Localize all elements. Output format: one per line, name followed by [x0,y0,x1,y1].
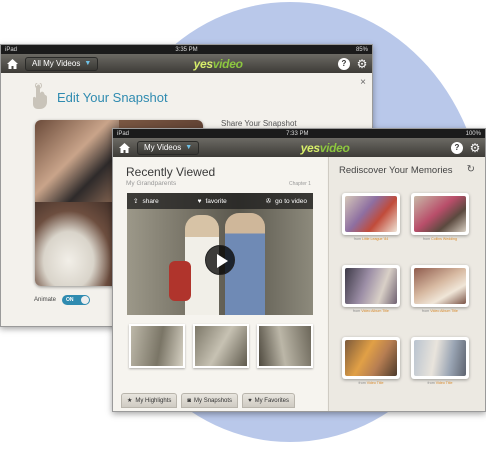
memory-card[interactable]: from Video Album Title [411,265,469,315]
photo-bride-groom [35,202,119,286]
heart-icon: ♥ [197,197,202,205]
marketing-stage: iPad 3:35 PM 85% All My Videos ▼ yesvide… [0,0,486,450]
dropdown-label: All My Videos [32,59,81,68]
thumbnail-3[interactable] [257,324,313,368]
refresh-icon[interactable]: ↻ [467,164,475,175]
thumbnail-2[interactable] [193,324,249,368]
page-title: Edit Your Snapshot [57,90,168,105]
thumbnail-1[interactable] [129,324,185,368]
recently-viewed-panel: Recently Viewed My Grandparents Chapter … [113,157,327,411]
nav-bar: My Videos ▼ yesvideo ? ⚙ [113,138,485,157]
battery: 85% [355,46,368,53]
memory-caption: from Video Album Title [353,309,389,313]
memory-caption: from Little League '84 [353,237,389,241]
favorite-button[interactable]: ♥ favorite [198,198,227,205]
memory-caption: from Video Title [358,381,384,385]
star-icon: ★ [127,398,133,404]
tab-my-favorites[interactable]: ♥ My Favorites [242,393,295,408]
memory-card[interactable]: from Little League '84 [342,193,400,243]
chapter-label: Chapter 1 [289,181,311,187]
yesvideo-logo: yesvideo [193,56,243,71]
home-icon[interactable] [117,141,131,155]
my-videos-window: iPad 7:33 PM 100% My Videos ▼ yesvideo ?… [112,128,486,412]
gear-icon[interactable]: ⚙ [356,58,368,70]
tab-my-highlights[interactable]: ★ My Highlights [121,393,178,408]
photo-wedding-dance [35,120,119,202]
share-title: Share Your Snapshot [221,119,297,128]
rediscover-panel: Rediscover Your Memories ↻ from Little L… [328,157,485,411]
memory-caption: from Video Album Title [422,309,458,313]
share-icon: ⇪ [133,198,139,205]
go-to-video-button[interactable]: ✇ go to video [265,197,307,206]
heart-icon: ♥ [248,397,252,404]
video-player[interactable]: ⇪ share ♥ favorite ✇ go to video [127,193,313,315]
my-videos-dropdown[interactable]: My Videos ▼ [137,140,200,155]
nav-bar: All My Videos ▼ yesvideo ? ⚙ [1,54,372,73]
help-icon[interactable]: ? [338,57,350,70]
clock: 3:35 PM [175,46,198,53]
animate-toggle[interactable]: ON [62,295,91,305]
memory-caption: from Collins Wedding [422,237,458,241]
film-reel-icon: ✇ [265,198,272,205]
hand-gesture-icon [33,83,47,109]
home-icon[interactable] [5,57,19,71]
camera-icon: ◙ [187,397,192,404]
device-label: iPad [117,130,130,137]
clock: 7:33 PM [286,130,309,137]
all-videos-dropdown[interactable]: All My Videos ▼ [25,56,99,71]
rediscover-title: Rediscover Your Memories [339,165,453,176]
red-coat [169,261,191,301]
video-subtitle: My Grandparents [126,180,177,187]
chevron-down-icon: ▼ [84,60,92,67]
animate-label: Animate [34,297,57,303]
memory-card[interactable]: from Video Album Title [342,265,400,315]
status-bar: iPad 3:35 PM 85% [1,45,372,54]
help-icon[interactable]: ? [451,141,463,154]
share-button[interactable]: ⇪ share [133,197,159,206]
bottom-tabs: ★ My Highlights ◙ My Snapshots ♥ My Favorit… [121,393,295,408]
gear-icon[interactable]: ⚙ [469,142,481,154]
close-icon[interactable]: × [360,77,366,88]
status-bar: iPad 7:33 PM 100% [113,129,485,138]
play-button[interactable] [205,245,235,275]
player-toolbar: ⇪ share ♥ favorite ✇ go to video [127,193,313,209]
memory-card[interactable]: from Video Title [342,337,400,387]
device-label: iPad [5,46,18,53]
chevron-down-icon: ▼ [185,144,193,151]
memory-card[interactable]: from Video Title [411,337,469,387]
animate-row: Animate ON [34,295,91,305]
yesvideo-logo: yesvideo [300,140,350,155]
recently-viewed-title: Recently Viewed [126,165,216,179]
battery: 100% [465,130,481,137]
memory-card[interactable]: from Collins Wedding [411,193,469,243]
memory-caption: from Video Title [427,381,453,385]
tab-my-snapshots[interactable]: ◙ My Snapshots [181,393,239,408]
dropdown-label: My Videos [144,143,182,152]
